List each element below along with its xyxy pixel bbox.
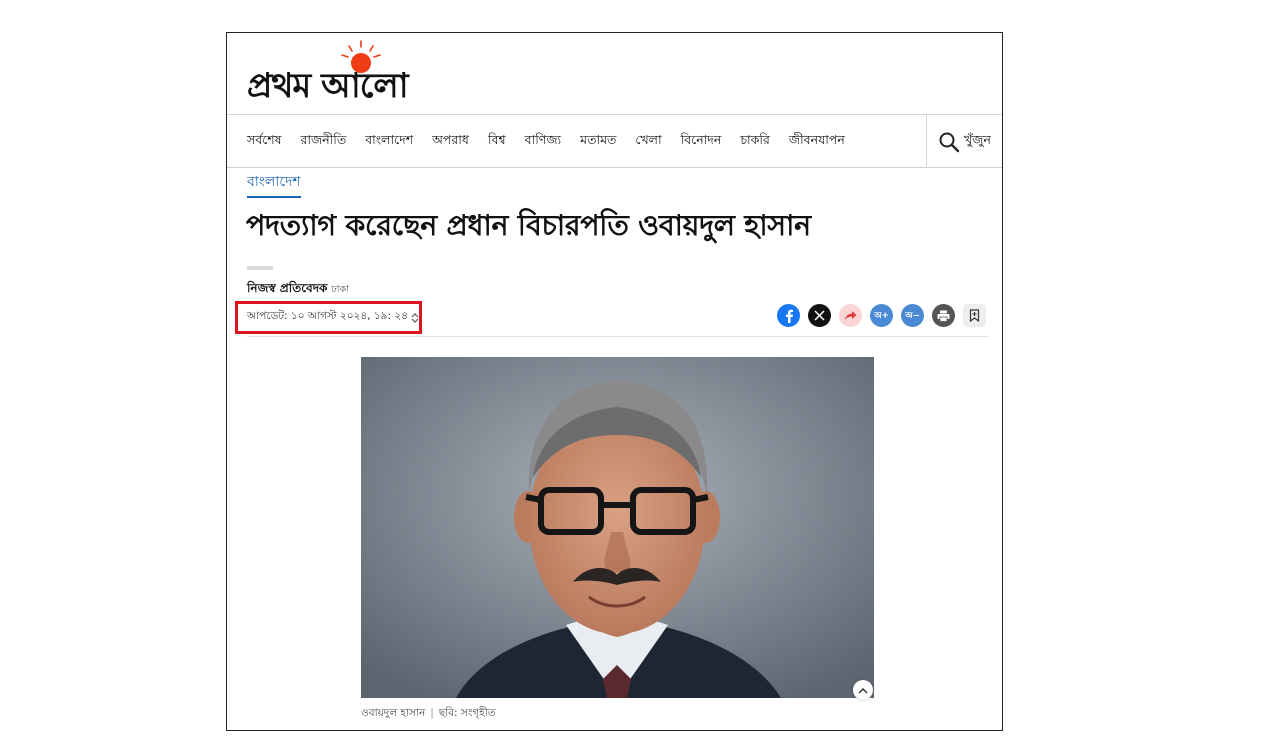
nav-item-lifestyle[interactable]: জীবনযাপন bbox=[789, 132, 845, 152]
share-toolbar: অ+ অ− bbox=[777, 304, 986, 327]
x-share-button[interactable] bbox=[808, 304, 831, 327]
nav-item-jobs[interactable]: চাকরি bbox=[740, 132, 770, 152]
page-frame: প্রথম আলো সর্বশেষ রাজনীতি বাংলাদেশ অপরাধ… bbox=[226, 32, 1003, 731]
author-location: ঢাকা bbox=[331, 284, 349, 295]
share-button[interactable] bbox=[839, 304, 862, 327]
facebook-share-button[interactable] bbox=[777, 304, 800, 327]
facebook-icon bbox=[785, 309, 793, 323]
nav-item-politics[interactable]: রাজনীতি bbox=[301, 132, 347, 152]
section-link[interactable]: বাংলাদেশ bbox=[247, 170, 301, 198]
caption-separator: | bbox=[430, 707, 434, 719]
author-name[interactable]: নিজস্ব প্রতিবেদক bbox=[247, 280, 327, 300]
logo-sun-icon bbox=[341, 40, 381, 73]
photo-caption: ওবায়দুল হাসান | ছবি: সংগৃহীত bbox=[361, 706, 496, 723]
article-photo[interactable] bbox=[361, 357, 874, 698]
byline-divider bbox=[247, 266, 273, 270]
bookmark-button[interactable] bbox=[963, 304, 986, 327]
article-headline: পদত্যাগ করেছেন প্রধান বিচারপতি ওবায়দুল … bbox=[246, 209, 811, 242]
font-increase-button[interactable]: অ+ bbox=[870, 304, 893, 327]
print-icon bbox=[937, 310, 950, 322]
updated-highlight-box: আপডেট: ১০ আগস্ট ২০২৪, ১৯: ২৪ bbox=[235, 301, 422, 334]
header-divider bbox=[247, 336, 989, 337]
nav-item-sports[interactable]: খেলা bbox=[635, 132, 661, 152]
bookmark-icon bbox=[969, 309, 980, 322]
portrait-illustration bbox=[361, 357, 874, 698]
nav-item-world[interactable]: বিশ্ব bbox=[488, 132, 506, 152]
x-icon bbox=[814, 310, 825, 321]
nav-item-crime[interactable]: অপরাধ bbox=[432, 132, 469, 152]
caption-name: ওবায়দুল হাসান bbox=[361, 707, 426, 719]
scroll-up-button[interactable] bbox=[853, 680, 873, 700]
nav-item-business[interactable]: বাণিজ্য bbox=[525, 132, 562, 152]
main-nav: সর্বশেষ রাজনীতি বাংলাদেশ অপরাধ বিশ্ব বাণ… bbox=[227, 115, 1002, 168]
chevron-up-icon bbox=[858, 687, 868, 694]
nav-item-bangladesh[interactable]: বাংলাদেশ bbox=[365, 132, 413, 152]
logo-text: প্রথম আলো bbox=[247, 66, 409, 106]
nav-item-entertainment[interactable]: বিনোদন bbox=[681, 132, 722, 152]
search-icon bbox=[939, 132, 960, 152]
byline: নিজস্ব প্রতিবেদক ঢাকা bbox=[247, 280, 349, 300]
nav-item-latest[interactable]: সর্বশেষ bbox=[247, 132, 282, 152]
nav-item-opinion[interactable]: মতামত bbox=[580, 132, 616, 152]
font-decrease-button[interactable]: অ− bbox=[901, 304, 924, 327]
print-button[interactable] bbox=[932, 304, 955, 327]
chevron-updown-icon[interactable] bbox=[411, 312, 419, 323]
updated-timestamp: আপডেট: ১০ আগস্ট ২০২৪, ১৯: ২৪ bbox=[247, 310, 409, 322]
share-arrow-icon bbox=[844, 311, 857, 320]
search-button[interactable]: খুঁজুন bbox=[926, 115, 1002, 168]
search-label: খুঁজুন bbox=[964, 131, 991, 147]
masthead: প্রথম আলো bbox=[227, 33, 1002, 115]
site-logo[interactable]: প্রথম আলো bbox=[247, 39, 477, 109]
caption-credit: ছবি: সংগৃহীত bbox=[438, 707, 496, 719]
